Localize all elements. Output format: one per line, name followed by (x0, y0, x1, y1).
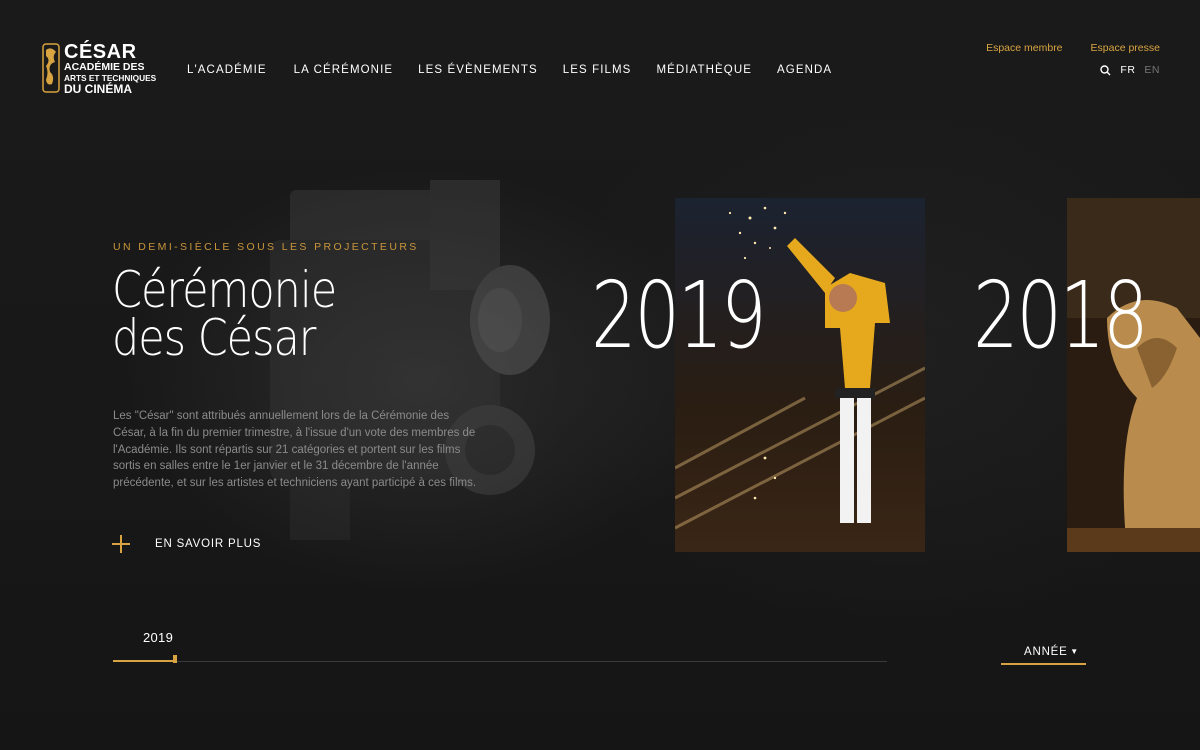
timeline-handle[interactable] (173, 655, 177, 663)
nav-item-agenda[interactable]: AGENDA (777, 64, 832, 76)
year-select[interactable]: ANNÉE ▼ (1001, 640, 1086, 665)
nav-item-mediatheque[interactable]: MÉDIATHÈQUE (656, 64, 752, 76)
nav-item-evenements[interactable]: LES ÉVÈNEMENTS (418, 64, 538, 76)
year-select-label: ANNÉE (1024, 645, 1068, 658)
hero-description: Les "César" sont attribués annuellement … (113, 410, 477, 490)
cesar-logo[interactable]: CÉSAR ACADÉMIE DES ARTS ET TECHNIQUES DU… (42, 42, 156, 96)
account-links: Espace membre Espace presse (986, 42, 1160, 54)
cesar-statue-icon (42, 43, 60, 93)
learn-more-button[interactable]: EN SAVOIR PLUS (112, 535, 261, 553)
press-space-link[interactable]: Espace presse (1091, 42, 1160, 54)
timeline-current-year: 2019 (143, 630, 174, 645)
nav-item-academie[interactable]: L'ACADÉMIE (187, 64, 267, 76)
logo-title: CÉSAR (64, 41, 137, 63)
language-switcher: FR EN (1100, 64, 1160, 76)
hero-kicker: UN DEMI-SIÈCLE SOUS LES PROJECTEURS (113, 241, 419, 253)
edition-card-2018[interactable] (1067, 198, 1200, 552)
title-line-2: des César (112, 309, 316, 367)
logo-line1: ACADÉMIE DES (64, 61, 145, 73)
lang-fr[interactable]: FR (1120, 64, 1135, 76)
site-header: CÉSAR ACADÉMIE DES ARTS ET TECHNIQUES DU… (0, 0, 1200, 120)
member-space-link[interactable]: Espace membre (986, 42, 1062, 54)
nav-item-films[interactable]: LES FILMS (563, 64, 632, 76)
learn-more-label: EN SAVOIR PLUS (155, 538, 262, 550)
caret-down-icon: ▼ (1070, 647, 1079, 656)
edition-card-2019[interactable] (675, 198, 925, 552)
edition-year-2018[interactable]: 2018 (973, 270, 1149, 362)
ceremony-photo-2019 (675, 198, 925, 552)
ceremony-photo-2018 (1067, 198, 1200, 552)
edition-year-2019[interactable]: 2019 (591, 270, 767, 362)
main-nav: L'ACADÉMIE LA CÉRÉMONIE LES ÉVÈNEMENTS L… (187, 64, 857, 76)
year-timeline[interactable] (113, 655, 887, 663)
nav-item-ceremonie[interactable]: LA CÉRÉMONIE (294, 64, 393, 76)
search-icon[interactable] (1100, 64, 1111, 76)
timeline-progress (113, 660, 175, 662)
logo-line3: DU CINÉMA (64, 82, 132, 96)
page-title: Cérémonie des César (112, 265, 337, 363)
plus-icon (112, 535, 130, 553)
lang-en[interactable]: EN (1144, 64, 1160, 76)
